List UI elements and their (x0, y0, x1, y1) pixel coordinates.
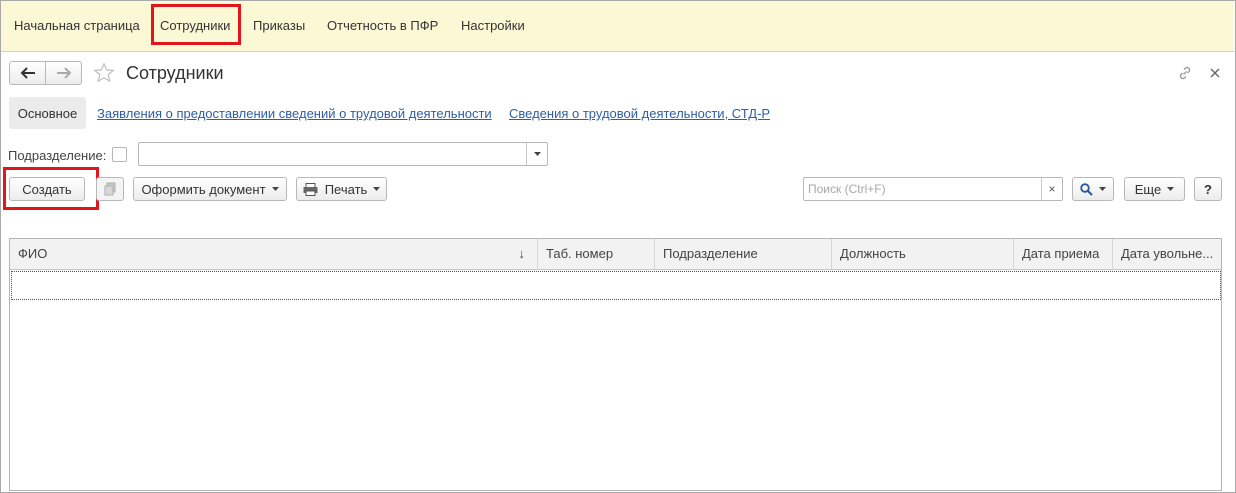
column-header-tab-number[interactable]: Таб. номер (538, 239, 655, 269)
tab-main[interactable]: Основное (9, 97, 86, 129)
employees-table: ФИО ↓ Таб. номер Подразделение Должность… (9, 238, 1222, 491)
nav-item-settings[interactable]: Настройки (461, 18, 525, 33)
chevron-down-icon (373, 187, 381, 191)
print-button[interactable]: Печать (296, 177, 387, 201)
help-button[interactable]: ? (1194, 177, 1222, 201)
column-header-dismissal-date[interactable]: Дата увольне... (1113, 239, 1221, 269)
close-icon (1210, 68, 1220, 78)
sort-indicator: ↓ (518, 246, 526, 261)
link-work-info-requests[interactable]: Заявления о предоставлении сведений о тр… (97, 106, 492, 121)
column-header-fio[interactable]: ФИО ↓ (10, 239, 538, 269)
link-std-r[interactable]: Сведения о трудовой деятельности, СТД-Р (509, 106, 770, 121)
arrow-right-icon (56, 67, 71, 79)
search-button[interactable] (1072, 177, 1114, 201)
column-header-hire-date[interactable]: Дата приема (1014, 239, 1113, 269)
highlight-box-nav (151, 4, 241, 45)
search-input[interactable]: Поиск (Ctrl+F) × (803, 177, 1063, 201)
nav-item-pfr-reports[interactable]: Отчетность в ПФР (327, 18, 438, 33)
search-placeholder: Поиск (Ctrl+F) (808, 182, 886, 196)
search-icon (1080, 182, 1093, 196)
clear-search-button[interactable]: × (1041, 178, 1062, 200)
favorite-button[interactable] (92, 61, 116, 85)
get-link-button[interactable] (1175, 63, 1195, 83)
issue-document-button[interactable]: Оформить документ (133, 177, 287, 201)
close-button[interactable] (1205, 63, 1225, 83)
nav-item-home[interactable]: Начальная страница (14, 18, 140, 33)
column-header-position[interactable]: Должность (832, 239, 1014, 269)
chevron-down-icon (1167, 187, 1175, 191)
chevron-down-icon (533, 152, 541, 156)
forward-button[interactable] (45, 61, 82, 85)
issue-document-label: Оформить документ (141, 181, 266, 197)
department-filter-dropdown[interactable] (526, 143, 547, 165)
copy-button[interactable] (96, 177, 124, 201)
department-filter-checkbox[interactable] (112, 147, 127, 162)
chevron-down-icon (271, 187, 279, 191)
department-filter-input[interactable] (138, 142, 548, 166)
link-icon (1179, 66, 1191, 80)
highlight-box-create (3, 167, 99, 210)
back-button[interactable] (9, 61, 46, 85)
print-label: Печать (324, 181, 368, 197)
department-filter-label: Подразделение: (8, 148, 107, 163)
table-header: ФИО ↓ Таб. номер Подразделение Должность… (10, 239, 1221, 270)
star-icon (93, 62, 115, 83)
copy-icon (104, 182, 116, 196)
arrow-left-icon (20, 67, 35, 79)
page-title: Сотрудники (126, 63, 224, 83)
more-label: Еще (1134, 181, 1162, 197)
column-header-fio-label: ФИО (18, 246, 48, 261)
nav-item-orders[interactable]: Приказы (253, 18, 305, 33)
more-button[interactable]: Еще (1124, 177, 1185, 201)
chevron-down-icon (1099, 187, 1106, 191)
printer-icon (303, 182, 318, 196)
table-row[interactable] (11, 271, 1221, 300)
column-header-department[interactable]: Подразделение (655, 239, 832, 269)
